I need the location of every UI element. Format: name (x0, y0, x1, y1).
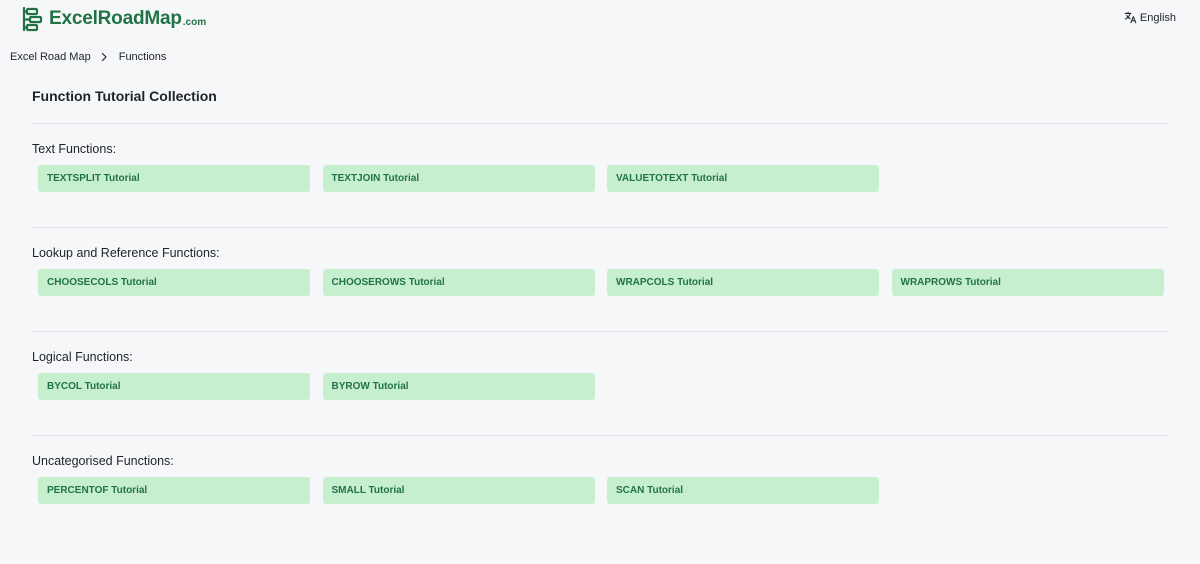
tutorial-button-percentof[interactable]: PERCENTOF Tutorial (38, 477, 310, 504)
site-logo[interactable]: ExcelRoadMap .com (20, 6, 206, 32)
section-title-text-functions: Text Functions: (32, 142, 117, 156)
tutorial-button-valuetotext[interactable]: VALUETOTEXT Tutorial (607, 165, 879, 192)
brand-tld: .com (182, 17, 207, 28)
site-header: ExcelRoadMap .com English (0, 0, 1200, 38)
tutorial-list-lookup-reference-functions: CHOOSECOLS Tutorial CHOOSEROWS Tutorial … (38, 269, 1176, 296)
tutorial-button-bycol[interactable]: BYCOL Tutorial (38, 373, 310, 400)
tutorial-button-choosecols[interactable]: CHOOSECOLS Tutorial (38, 269, 310, 296)
section-title-uncategorised-functions: Uncategorised Functions: (32, 454, 174, 468)
translate-icon (1124, 11, 1137, 24)
language-selector[interactable]: English (1124, 11, 1176, 24)
tutorial-list-logical-functions: BYCOL Tutorial BYROW Tutorial (38, 373, 607, 400)
tutorial-list-uncategorised-functions: PERCENTOF Tutorial SMALL Tutorial SCAN T… (38, 477, 892, 504)
tutorial-button-wraprows[interactable]: WRAPROWS Tutorial (891, 269, 1164, 296)
language-label: English (1139, 11, 1176, 24)
tutorial-button-textjoin[interactable]: TEXTJOIN Tutorial (322, 165, 595, 192)
section-title-lookup-reference-functions: Lookup and Reference Functions: (32, 246, 220, 260)
tutorial-list-text-functions: TEXTSPLIT Tutorial TEXTJOIN Tutorial VAL… (38, 165, 892, 192)
breadcrumb-home-link[interactable]: Excel Road Map (10, 51, 91, 63)
chevron-right-icon (101, 52, 107, 62)
tutorial-button-textsplit[interactable]: TEXTSPLIT Tutorial (38, 165, 310, 192)
tutorial-button-byrow[interactable]: BYROW Tutorial (322, 373, 595, 400)
tutorial-button-scan[interactable]: SCAN Tutorial (607, 477, 879, 504)
page-title: Function Tutorial Collection (32, 88, 217, 104)
breadcrumb: Excel Road Map Functions (10, 51, 166, 63)
roadmap-logo-icon (22, 6, 43, 32)
section-divider (32, 435, 1168, 436)
tutorial-button-wrapcols[interactable]: WRAPCOLS Tutorial (607, 269, 879, 296)
section-divider (32, 227, 1168, 228)
breadcrumb-current: Functions (118, 51, 167, 63)
section-divider (32, 123, 1168, 124)
section-title-logical-functions: Logical Functions: (32, 350, 133, 364)
tutorial-button-chooserows[interactable]: CHOOSEROWS Tutorial (322, 269, 595, 296)
section-divider (32, 331, 1168, 332)
brand-name: ExcelRoadMap (49, 8, 182, 29)
tutorial-button-small[interactable]: SMALL Tutorial (322, 477, 595, 504)
